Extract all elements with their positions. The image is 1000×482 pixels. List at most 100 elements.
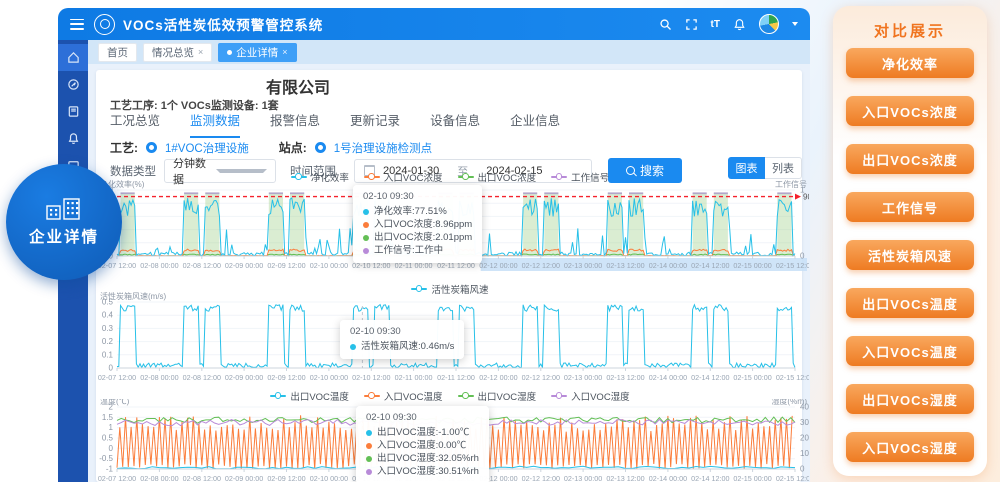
svg-text:02-07 12:00: 02-07 12:00 <box>98 474 136 482</box>
svg-text:02-15 00:00: 02-15 00:00 <box>733 373 771 382</box>
sidebar-item-compass[interactable] <box>58 71 88 98</box>
legend-item[interactable]: 活性炭箱风速 <box>411 282 488 296</box>
content-tab[interactable]: 工况总览 <box>110 110 160 138</box>
compare-button[interactable]: 出口VOCs湿度 <box>846 384 974 414</box>
legend-item[interactable]: 入口VOC温度 <box>364 389 443 403</box>
content-tab[interactable]: 监测数据 <box>190 110 240 138</box>
svg-text:02-12 12:00: 02-12 12:00 <box>522 474 560 482</box>
app-stage: VOCs活性炭低效预警管控系统 tT 首页情况总览×企业详情× 有限公司 工艺工… <box>0 0 1000 482</box>
app-title: VOCs活性炭低效预警管控系统 <box>123 14 323 34</box>
user-menu-caret-icon[interactable] <box>792 22 798 26</box>
svg-text:02-08 00:00: 02-08 00:00 <box>140 373 178 382</box>
compare-button[interactable]: 净化效率 <box>846 48 974 78</box>
svg-text:0.4: 0.4 <box>102 311 114 320</box>
svg-text:02-10 00:00: 02-10 00:00 <box>310 373 348 382</box>
legend-efficiency-chart: 净化效率 入口VOC浓度 出口VOC浓度工作信号 <box>100 170 800 184</box>
legend-marker-icon <box>411 288 427 290</box>
legend-item[interactable]: 净化效率 <box>291 170 349 184</box>
site-radio[interactable] <box>315 142 326 153</box>
svg-text:02-14 12:00: 02-14 12:00 <box>691 474 729 482</box>
content-tab[interactable]: 更新记录 <box>350 110 400 138</box>
svg-text:02-13 12:00: 02-13 12:00 <box>606 261 644 270</box>
svg-text:02-14 00:00: 02-14 00:00 <box>649 474 687 482</box>
svg-text:1: 1 <box>109 423 114 432</box>
breadcrumb-tab[interactable]: 企业详情× <box>218 43 296 62</box>
comparison-panel: 对比展示 净化效率入口VOCs浓度出口VOCs浓度工作信号活性炭箱风速出口VOC… <box>833 6 987 476</box>
svg-text:10: 10 <box>800 449 809 458</box>
process-value[interactable]: 1#VOC治理设施 <box>165 140 249 156</box>
svg-text:02-09 12:00: 02-09 12:00 <box>267 474 305 482</box>
svg-text:90: 90 <box>803 193 809 202</box>
svg-text:02-13 12:00: 02-13 12:00 <box>606 474 644 482</box>
top-bar: VOCs活性炭低效预警管控系统 tT <box>58 8 810 40</box>
menu-collapse-icon[interactable] <box>70 19 84 30</box>
svg-text:02-13 12:00: 02-13 12:00 <box>606 373 644 382</box>
svg-text:0: 0 <box>109 444 114 453</box>
content-tab[interactable]: 企业信息 <box>510 110 560 138</box>
legend-item[interactable]: 出口VOC湿度 <box>458 389 537 403</box>
svg-text:0.3: 0.3 <box>102 324 114 333</box>
legend-item[interactable]: 工作信号 <box>551 170 609 184</box>
font-size-icon[interactable]: tT <box>711 19 720 30</box>
sidebar-item-bell[interactable] <box>58 125 88 152</box>
svg-text:0: 0 <box>109 364 114 373</box>
chart-tooltip: 02-10 09:30出口VOC温度:-1.00℃入口VOC温度:0.00℃出口… <box>356 406 489 482</box>
close-icon[interactable]: × <box>198 47 203 57</box>
svg-text:-1: -1 <box>106 465 114 474</box>
user-avatar[interactable] <box>759 14 779 34</box>
compare-button[interactable]: 入口VOCs湿度 <box>846 432 974 462</box>
legend-marker-icon <box>364 176 380 178</box>
active-dot-icon <box>227 50 232 55</box>
legend-item[interactable]: 出口VOC浓度 <box>458 170 537 184</box>
compare-button[interactable]: 出口VOCs温度 <box>846 288 974 318</box>
content-tabs: 工况总览 监测数据 报警信息 更新记录 设备信息 企业信息 <box>110 110 560 138</box>
compare-button[interactable]: 入口VOCs温度 <box>846 336 974 366</box>
svg-text:02-14 00:00: 02-14 00:00 <box>649 261 687 270</box>
company-name-suffix: 有限公司 <box>266 74 330 98</box>
svg-text:02-10 00:00: 02-10 00:00 <box>310 261 348 270</box>
svg-text:02-15 12:00: 02-15 12:00 <box>776 474 809 482</box>
breadcrumb-tab[interactable]: 情况总览× <box>143 43 212 62</box>
close-icon[interactable]: × <box>282 47 287 57</box>
svg-text:20: 20 <box>800 434 809 443</box>
svg-text:0.1: 0.1 <box>102 350 114 359</box>
compare-button[interactable]: 出口VOCs浓度 <box>846 144 974 174</box>
content-tab[interactable]: 报警信息 <box>270 110 320 138</box>
svg-text:0.2: 0.2 <box>102 337 114 346</box>
svg-text:02-08 12:00: 02-08 12:00 <box>183 373 221 382</box>
breadcrumb: 首页情况总览× 企业详情× <box>88 40 810 64</box>
svg-text:02-13 00:00: 02-13 00:00 <box>564 261 602 270</box>
svg-text:02-09 00:00: 02-09 00:00 <box>225 261 263 270</box>
legend-marker-icon <box>270 395 286 397</box>
legend-item[interactable]: 入口VOC浓度 <box>364 170 443 184</box>
comparison-panel-title: 对比展示 <box>833 20 987 41</box>
content-tab[interactable]: 设备信息 <box>430 110 480 138</box>
bell-icon[interactable] <box>733 18 746 31</box>
legend-item[interactable]: 入口VOC湿度 <box>551 389 630 403</box>
fullscreen-icon[interactable] <box>685 18 698 31</box>
process-site-filters: 工艺: 1#VOC治理设施 站点: 1号治理设施检测点 <box>110 139 432 156</box>
svg-text:02-07 12:00: 02-07 12:00 <box>98 373 136 382</box>
book-icon <box>67 105 80 118</box>
legend-wind-chart: 活性炭箱风速 <box>100 282 800 296</box>
chart-tooltip: 02-10 09:30活性炭箱风速:0.46m/s <box>340 320 464 359</box>
process-radio[interactable] <box>146 142 157 153</box>
site-value[interactable]: 1号治理设施检测点 <box>334 140 432 156</box>
sidebar-item-book[interactable] <box>58 98 88 125</box>
svg-text:02-12 12:00: 02-12 12:00 <box>522 261 560 270</box>
compare-button[interactable]: 入口VOCs浓度 <box>846 96 974 126</box>
sidebar-item-dashboard[interactable] <box>58 44 88 71</box>
svg-text:02-10 12:00: 02-10 12:00 <box>352 373 390 382</box>
dashboard-icon <box>67 51 80 64</box>
search-icon[interactable] <box>659 18 672 31</box>
chart-tooltip: 02-10 09:30净化效率:77.51%入口VOC浓度:8.96ppm出口V… <box>353 185 482 263</box>
breadcrumb-tab[interactable]: 首页 <box>98 43 137 62</box>
compare-button[interactable]: 活性炭箱风速 <box>846 240 974 270</box>
svg-text:02-13 00:00: 02-13 00:00 <box>564 474 602 482</box>
svg-text:02-08 00:00: 02-08 00:00 <box>140 261 178 270</box>
process-label: 工艺: <box>110 139 138 156</box>
svg-text:02-08 00:00: 02-08 00:00 <box>140 474 178 482</box>
legend-item[interactable]: 出口VOC温度 <box>270 389 349 403</box>
svg-text:02-14 12:00: 02-14 12:00 <box>691 261 729 270</box>
compare-button[interactable]: 工作信号 <box>846 192 974 222</box>
